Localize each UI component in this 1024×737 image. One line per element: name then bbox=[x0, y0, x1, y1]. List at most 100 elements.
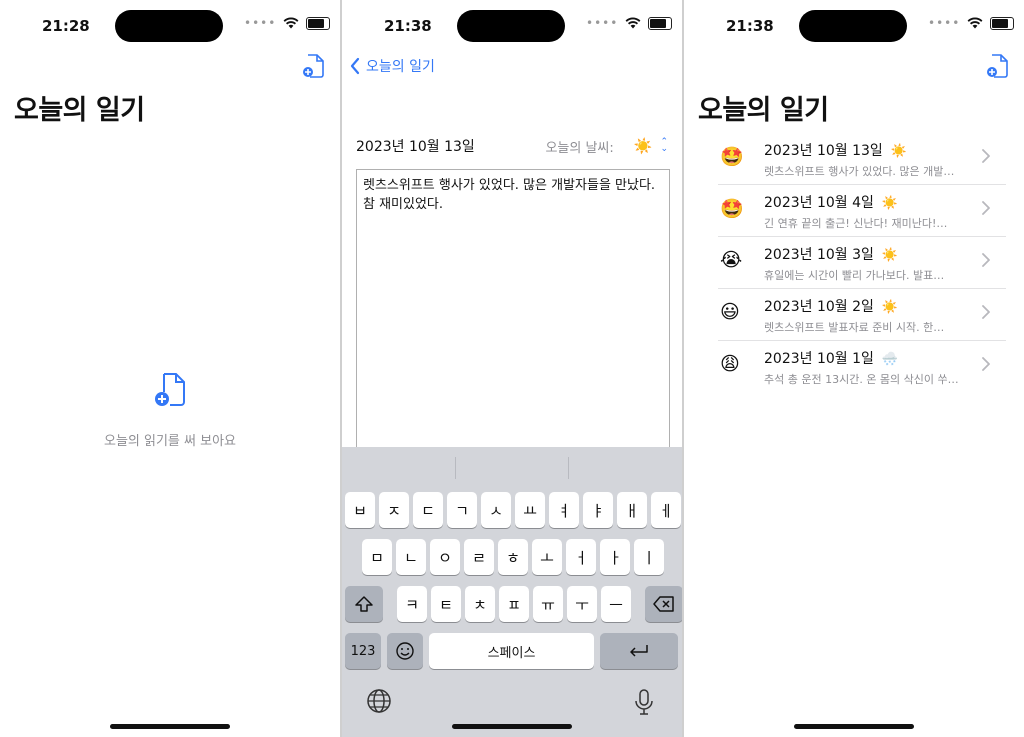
key-row1-2[interactable]: ㄷ bbox=[413, 492, 443, 528]
battery-icon bbox=[648, 16, 673, 30]
chevron-right-icon bbox=[982, 201, 990, 215]
entry-header: 2023년 10월 13일 오늘의 날씨: ☀️ ⌃ ⌄ bbox=[356, 136, 668, 156]
list-item[interactable]: 😭 2023년 10월 3일 ☀️ 휴일에는 시간이 빨리 가나보다. 발표… bbox=[718, 237, 1006, 289]
key-row3-1[interactable]: ㅌ bbox=[431, 586, 461, 622]
weather-picker[interactable]: ☀️ bbox=[634, 137, 653, 155]
mood-emoji: 🤩 bbox=[720, 146, 744, 168]
delete-key[interactable] bbox=[645, 586, 682, 622]
entry-date[interactable]: 2023년 10월 13일 bbox=[356, 136, 545, 156]
numbers-key[interactable]: 123 bbox=[345, 633, 381, 669]
screen-empty-list: 21:28 •••• 오늘의 일기 오늘의 읽기를 써 보아요 bbox=[0, 0, 342, 737]
return-key[interactable] bbox=[600, 633, 678, 669]
back-button[interactable]: 오늘의 일기 bbox=[350, 56, 435, 76]
entry-date-text: 2023년 10월 1일 bbox=[764, 351, 874, 367]
entry-date: 2023년 10월 3일 ☀️ bbox=[764, 244, 898, 264]
wifi-icon bbox=[283, 17, 299, 29]
entry-date-text: 2023년 10월 2일 bbox=[764, 299, 874, 315]
chevron-right-icon bbox=[982, 357, 990, 371]
key-row2-1[interactable]: ㄴ bbox=[396, 539, 426, 575]
key-row-1: ㅂㅈㄷㄱㅅㅛㅕㅑㅐㅔ bbox=[345, 492, 681, 528]
key-row2-3[interactable]: ㄹ bbox=[464, 539, 494, 575]
return-icon bbox=[630, 645, 648, 657]
chevron-right-icon bbox=[982, 253, 990, 267]
list-item[interactable]: 🤩 2023년 10월 13일 ☀️ 렛츠스위프트 행사가 있었다. 많은 개발… bbox=[718, 133, 1006, 185]
weather-emoji: ☀️ bbox=[881, 300, 899, 315]
signal-icon: •••• bbox=[244, 16, 277, 30]
dynamic-island bbox=[799, 10, 907, 42]
status-time: 21:38 bbox=[726, 17, 774, 35]
key-row2-2[interactable]: ㅇ bbox=[430, 539, 460, 575]
predictive-bar bbox=[342, 447, 682, 487]
key-row2-7[interactable]: ㅏ bbox=[600, 539, 630, 575]
shift-key[interactable] bbox=[345, 586, 383, 622]
key-row2-0[interactable]: ㅁ bbox=[362, 539, 392, 575]
status-icons: •••• bbox=[928, 16, 1015, 30]
dynamic-island bbox=[115, 10, 223, 42]
key-row3-5[interactable]: ㅜ bbox=[567, 586, 597, 622]
mood-emoji: 😃 bbox=[720, 301, 740, 323]
list-item[interactable]: 🤩 2023년 10월 4일 ☀️ 긴 연휴 끝의 출근! 신난다! 재미난다!… bbox=[718, 185, 1006, 237]
entry-date: 2023년 10월 4일 ☀️ bbox=[764, 192, 898, 212]
screen-edit-entry: 21:38 •••• 오늘의 일기 2023년 10월 13일 오늘의 날씨: … bbox=[342, 0, 684, 737]
weather-emoji: ☀️ bbox=[890, 144, 907, 159]
key-row3-3[interactable]: ㅍ bbox=[499, 586, 529, 622]
weather-emoji: ☀️ bbox=[881, 248, 899, 263]
entry-preview: 렛츠스위프트 발표자료 준비 시작. 한… bbox=[764, 321, 945, 334]
globe-icon[interactable] bbox=[366, 688, 392, 714]
list-item[interactable]: 😩 2023년 10월 1일 🌨️ 추석 총 운전 13시간. 온 몸의 삭신이 쑤… bbox=[718, 341, 1006, 392]
wifi-icon bbox=[625, 17, 641, 29]
key-row1-7[interactable]: ㅑ bbox=[583, 492, 613, 528]
page-title: 오늘의 일기 bbox=[698, 95, 829, 126]
add-entry-button[interactable] bbox=[986, 53, 1010, 79]
entry-date-text: 2023년 10월 13일 bbox=[764, 143, 883, 159]
key-row1-9[interactable]: ㅔ bbox=[651, 492, 681, 528]
emoji-key[interactable] bbox=[387, 633, 423, 669]
screen-entry-list: 21:38 •••• 오늘의 일기 🤩 2023년 10월 13일 ☀️ 렛츠스위프트… bbox=[684, 0, 1024, 737]
key-row1-1[interactable]: ㅈ bbox=[379, 492, 409, 528]
status-time: 21:38 bbox=[384, 17, 432, 35]
key-row2-6[interactable]: ㅓ bbox=[566, 539, 596, 575]
space-key[interactable]: 스페이스 bbox=[429, 633, 594, 669]
key-row1-5[interactable]: ㅛ bbox=[515, 492, 545, 528]
home-indicator bbox=[452, 724, 572, 729]
chevron-up-down-icon[interactable]: ⌃ ⌄ bbox=[660, 138, 668, 154]
chevron-left-icon bbox=[350, 57, 360, 75]
key-row3-6[interactable]: ㅡ bbox=[601, 586, 631, 622]
entry-text-editor[interactable]: 렛츠스위프트 행사가 있었다. 많은 개발자들을 만났다. 참 재미있었다. bbox=[356, 169, 670, 458]
chevron-right-icon bbox=[982, 305, 990, 319]
entry-date: 2023년 10월 2일 ☀️ bbox=[764, 296, 898, 316]
doc-plus-icon[interactable] bbox=[150, 372, 190, 408]
status-icons: •••• bbox=[244, 16, 331, 30]
key-row3-4[interactable]: ㅠ bbox=[533, 586, 563, 622]
key-row2-4[interactable]: ㅎ bbox=[498, 539, 528, 575]
add-entry-button[interactable] bbox=[302, 53, 326, 79]
entry-date-text: 2023년 10월 4일 bbox=[764, 195, 874, 211]
mood-emoji: 🤩 bbox=[720, 198, 744, 220]
weather-emoji: 🌨️ bbox=[881, 352, 899, 367]
key-row2-8[interactable]: ㅣ bbox=[634, 539, 664, 575]
weather-label: 오늘의 날씨: bbox=[545, 140, 614, 156]
entry-preview: 휴일에는 시간이 빨리 가나보다. 발표… bbox=[764, 269, 945, 282]
signal-icon: •••• bbox=[586, 16, 619, 30]
signal-icon: •••• bbox=[928, 16, 961, 30]
key-row-4: 123 스페이스 bbox=[345, 633, 678, 669]
back-label: 오늘의 일기 bbox=[366, 59, 435, 75]
home-indicator bbox=[794, 724, 914, 729]
key-row-3: ㅋㅌㅊㅍㅠㅜㅡ bbox=[345, 586, 682, 622]
list-item[interactable]: 😃 2023년 10월 2일 ☀️ 렛츠스위프트 발표자료 준비 시작. 한… bbox=[718, 289, 1006, 341]
key-row2-5[interactable]: ㅗ bbox=[532, 539, 562, 575]
shift-icon bbox=[355, 596, 373, 612]
mood-emoji: 😭 bbox=[720, 249, 743, 271]
key-row3-2[interactable]: ㅊ bbox=[465, 586, 495, 622]
key-row1-0[interactable]: ㅂ bbox=[345, 492, 375, 528]
microphone-icon[interactable] bbox=[634, 688, 654, 716]
key-row1-6[interactable]: ㅕ bbox=[549, 492, 579, 528]
status-icons: •••• bbox=[586, 16, 673, 30]
chevron-right-icon bbox=[982, 149, 990, 163]
mood-emoji: 😩 bbox=[720, 353, 740, 375]
battery-icon bbox=[306, 16, 331, 30]
key-row1-3[interactable]: ㄱ bbox=[447, 492, 477, 528]
key-row3-0[interactable]: ㅋ bbox=[397, 586, 427, 622]
key-row1-8[interactable]: ㅐ bbox=[617, 492, 647, 528]
key-row1-4[interactable]: ㅅ bbox=[481, 492, 511, 528]
